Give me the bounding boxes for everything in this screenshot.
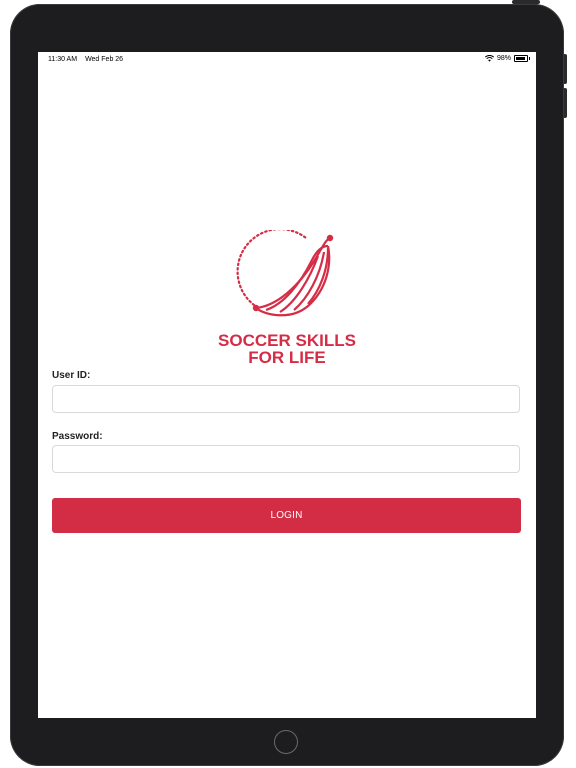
user-id-input[interactable]	[52, 385, 520, 413]
status-left: 11:30 AM Wed Feb 26	[48, 56, 123, 63]
password-label: Password:	[52, 431, 103, 442]
status-date: Wed Feb 26	[85, 56, 124, 63]
logo-line-2: FOR LIFE	[248, 348, 326, 367]
tablet-frame-stage: 11:30 AM Wed Feb 26 98% SOCCER SKILLS FO…	[0, 0, 576, 768]
battery-icon	[514, 55, 530, 62]
home-button[interactable]	[274, 730, 298, 754]
wifi-icon	[484, 55, 494, 62]
status-bar: 11:30 AM Wed Feb 26 98%	[38, 52, 536, 68]
status-time: 11:30 AM	[48, 56, 78, 63]
login-button[interactable]: LOGIN	[52, 498, 521, 533]
app-screen: 11:30 AM Wed Feb 26 98% SOCCER SKILLS FO…	[38, 52, 536, 718]
logo-line-1: SOCCER SKILLS	[218, 331, 356, 350]
status-right: 98%	[484, 55, 530, 62]
app-logo: SOCCER SKILLS FOR LIFE	[214, 230, 360, 370]
user-id-label: User ID:	[52, 370, 91, 381]
soccer-ball-swoosh-icon	[236, 230, 334, 317]
logo-wordmark: SOCCER SKILLS FOR LIFE	[214, 332, 360, 366]
password-input[interactable]	[52, 445, 520, 473]
battery-percent: 98%	[496, 55, 511, 62]
